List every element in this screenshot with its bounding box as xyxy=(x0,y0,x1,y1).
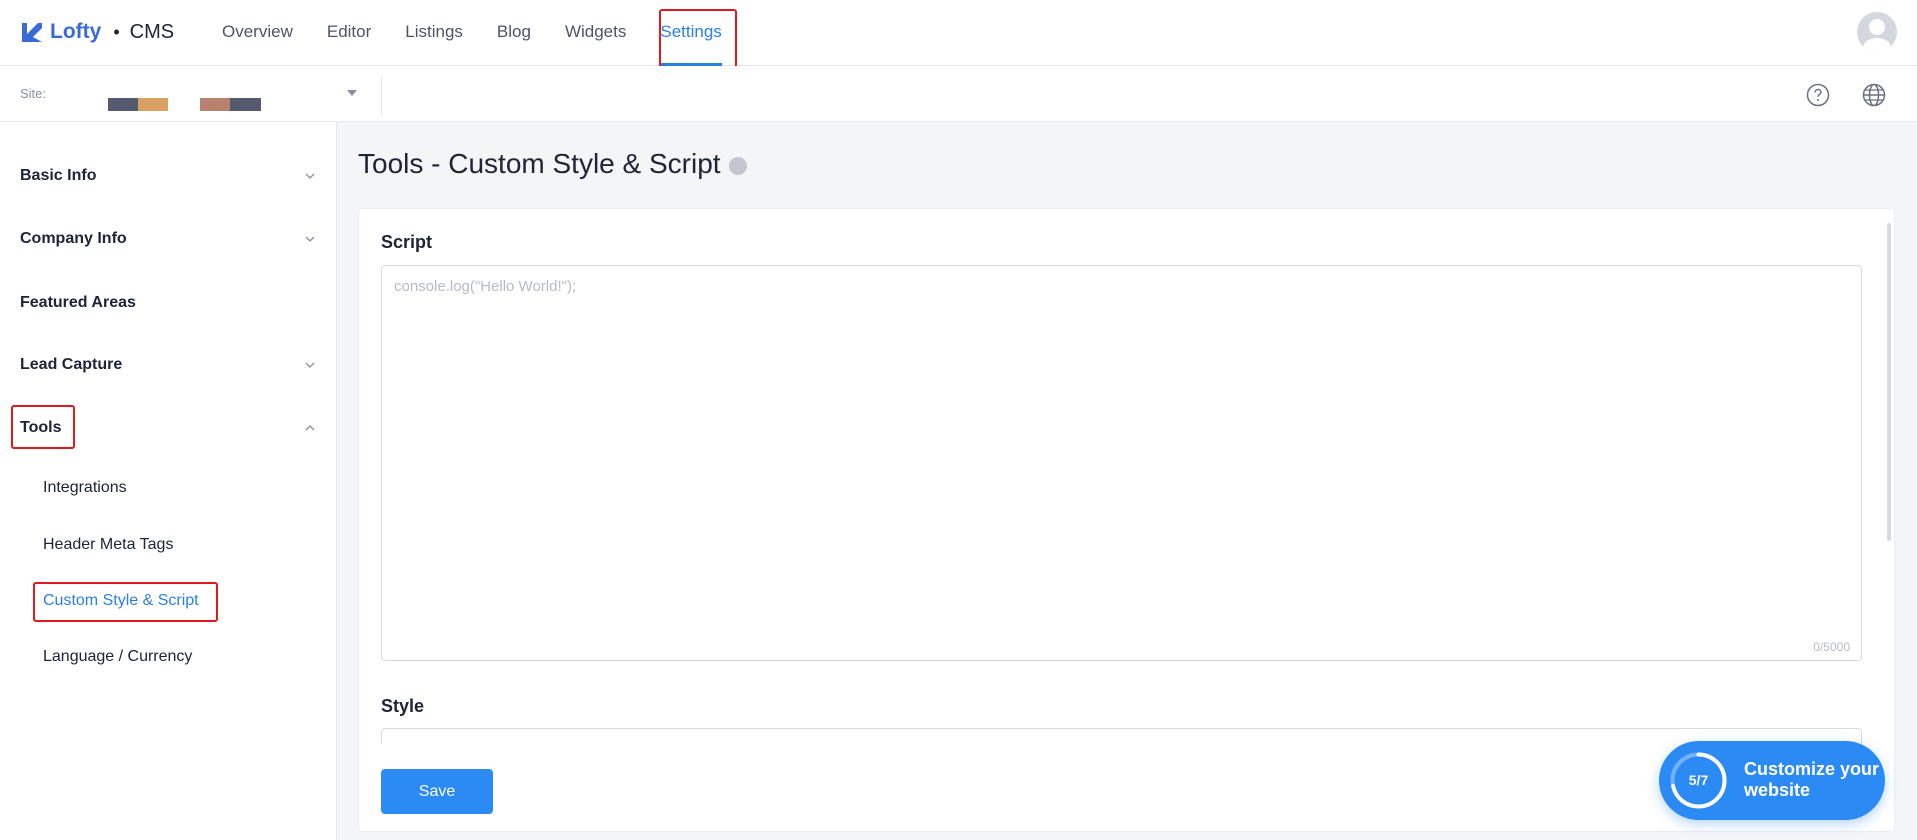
sidebar-subitem-custom-style-script[interactable]: Custom Style & Script xyxy=(43,588,199,614)
chevron-down-icon xyxy=(305,173,315,179)
sidebar-subitem-integrations[interactable]: Integrations xyxy=(43,475,127,501)
script-char-counter: 0/5000 xyxy=(1813,640,1850,654)
progress-count: 5/7 xyxy=(1688,772,1709,788)
brand-name: Lofty xyxy=(50,20,102,43)
sidebar-item-label: Company Info xyxy=(20,230,127,247)
globe-icon[interactable] xyxy=(1861,82,1887,108)
nav-tabs: Overview Editor Listings Blog Widgets Se… xyxy=(222,0,756,66)
sidebar-item-label: Featured Areas xyxy=(20,294,136,311)
chevron-down-icon xyxy=(305,362,315,368)
page-title: Tools - Custom Style & Script xyxy=(358,148,747,180)
help-icon[interactable] xyxy=(1805,82,1831,108)
style-textarea[interactable] xyxy=(381,728,1862,744)
tab-listings[interactable]: Listings xyxy=(405,0,463,66)
chevron-up-icon xyxy=(305,425,315,431)
lofty-logo-icon xyxy=(22,23,42,42)
tab-editor[interactable]: Editor xyxy=(327,0,371,66)
site-name-redacted xyxy=(200,98,230,111)
brand[interactable]: Lofty • CMS xyxy=(20,17,174,47)
style-label: Style xyxy=(381,696,425,716)
settings-sidebar: Basic Info Company Info Featured Areas L… xyxy=(0,122,337,840)
sidebar-subitem-header-meta-tags[interactable]: Header Meta Tags xyxy=(43,532,173,558)
divider xyxy=(381,76,382,116)
sidebar-item-featured-areas[interactable]: Featured Areas xyxy=(20,288,316,318)
info-icon[interactable] xyxy=(728,157,747,175)
chevron-down-icon xyxy=(305,236,315,242)
sidebar-item-tools[interactable]: Tools xyxy=(20,413,316,443)
sidebar-subitem-language-currency[interactable]: Language / Currency xyxy=(43,644,192,670)
site-label: Site: xyxy=(20,86,47,101)
brand-product: CMS xyxy=(129,20,175,43)
avatar[interactable] xyxy=(1857,12,1897,52)
site-bar: Site: xyxy=(0,66,1917,122)
site-name-redacted xyxy=(230,98,261,111)
script-label: Script xyxy=(381,232,433,252)
site-logo-redacted xyxy=(138,98,168,111)
script-textarea[interactable] xyxy=(381,265,1862,661)
scrollbar[interactable] xyxy=(1887,223,1891,541)
site-selector[interactable] xyxy=(100,76,360,112)
sidebar-item-label: Tools xyxy=(20,419,62,436)
brand-separator: • xyxy=(113,21,120,42)
site-logo-redacted xyxy=(108,98,138,111)
tab-settings[interactable]: Settings xyxy=(660,0,723,66)
sidebar-item-basic-info[interactable]: Basic Info xyxy=(20,161,316,191)
sidebar-item-company-info[interactable]: Company Info xyxy=(20,224,316,254)
user-avatar-icon xyxy=(1863,19,1891,52)
chevron-down-icon xyxy=(347,90,357,96)
tab-widgets[interactable]: Widgets xyxy=(565,0,626,66)
save-button[interactable]: Save xyxy=(381,769,493,814)
sidebar-item-label: Lead Capture xyxy=(20,356,123,373)
sidebar-item-label: Basic Info xyxy=(20,167,97,184)
page-title-text: Tools - Custom Style & Script xyxy=(358,148,721,179)
customize-website-widget[interactable]: 5/7 Customize your website xyxy=(1659,741,1885,820)
sidebar-item-lead-capture[interactable]: Lead Capture xyxy=(20,350,316,380)
tab-overview[interactable]: Overview xyxy=(222,0,293,66)
top-nav: Lofty • CMS Overview Editor Listings Blo… xyxy=(0,0,1917,66)
customize-label: Customize your website xyxy=(1744,759,1880,800)
tab-blog[interactable]: Blog xyxy=(497,0,531,66)
